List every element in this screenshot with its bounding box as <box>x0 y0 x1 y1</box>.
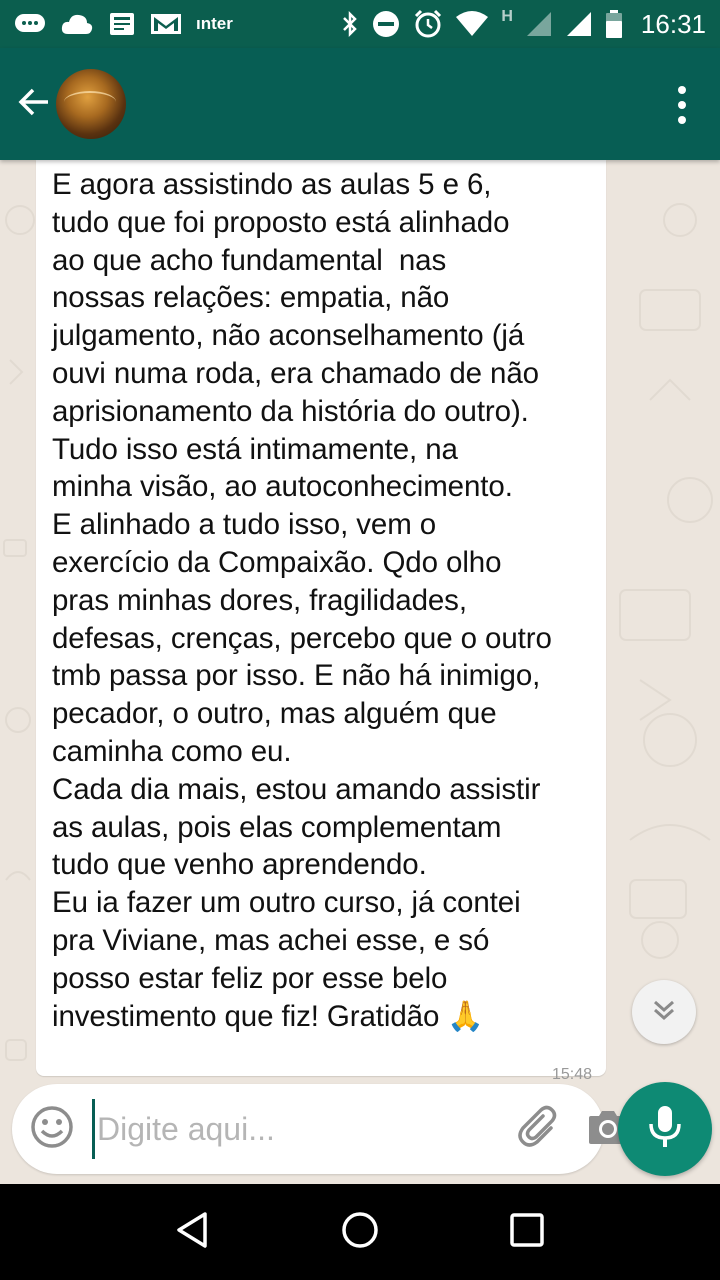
paperclip-icon <box>517 1104 563 1155</box>
alarm-icon <box>413 9 443 39</box>
wifi-icon <box>455 11 489 37</box>
status-notifications: ınter <box>14 11 341 37</box>
status-bar: ınter H 16:31 <box>0 0 720 48</box>
double-chevron-down-icon <box>650 996 678 1029</box>
chat-header <box>0 48 720 160</box>
chat-area[interactable]: E agora assistindo as aulas 5 e 6, tudo … <box>0 160 720 1184</box>
message-text: E agora assistindo as aulas 5 e 6, tudo … <box>52 168 552 1033</box>
nav-recents-button[interactable] <box>497 1202 557 1262</box>
message-composer <box>12 1084 627 1174</box>
system-navigation-bar <box>0 1184 720 1280</box>
nav-back-button[interactable] <box>163 1202 223 1262</box>
news-icon <box>108 11 136 37</box>
cloud-icon <box>60 12 94 36</box>
network-type-label: H <box>501 8 513 25</box>
more-options-button[interactable] <box>672 86 692 124</box>
back-button[interactable] <box>12 74 56 134</box>
chat-notification-icon <box>14 11 46 37</box>
clock: 16:31 <box>640 8 706 39</box>
battery-icon <box>605 9 623 39</box>
nav-home-button[interactable] <box>330 1202 390 1262</box>
voice-message-button[interactable] <box>618 1082 712 1176</box>
emoji-icon <box>30 1105 74 1154</box>
more-vertical-icon <box>678 86 686 94</box>
bluetooth-icon <box>341 10 359 38</box>
attach-button[interactable] <box>517 1103 563 1155</box>
signal-icon <box>525 10 553 38</box>
arrow-left-icon <box>16 84 52 125</box>
signal-icon <box>565 10 593 38</box>
carrier-text: ınter <box>196 14 233 33</box>
message-bubble[interactable]: E agora assistindo as aulas 5 e 6, tudo … <box>36 160 606 1083</box>
gmail-icon <box>150 12 182 36</box>
avatar[interactable] <box>56 69 126 139</box>
message-time: 15:48 <box>551 1066 592 1083</box>
back-triangle-icon <box>173 1210 213 1255</box>
scroll-to-bottom-button[interactable] <box>632 980 696 1044</box>
status-system: H 16:31 <box>341 8 706 40</box>
home-circle-icon <box>340 1210 380 1255</box>
emoji-button[interactable] <box>30 1105 74 1154</box>
microphone-icon <box>647 1104 683 1155</box>
recents-square-icon <box>508 1211 546 1254</box>
do-not-disturb-icon <box>371 9 401 39</box>
message-input[interactable] <box>92 1099 517 1159</box>
